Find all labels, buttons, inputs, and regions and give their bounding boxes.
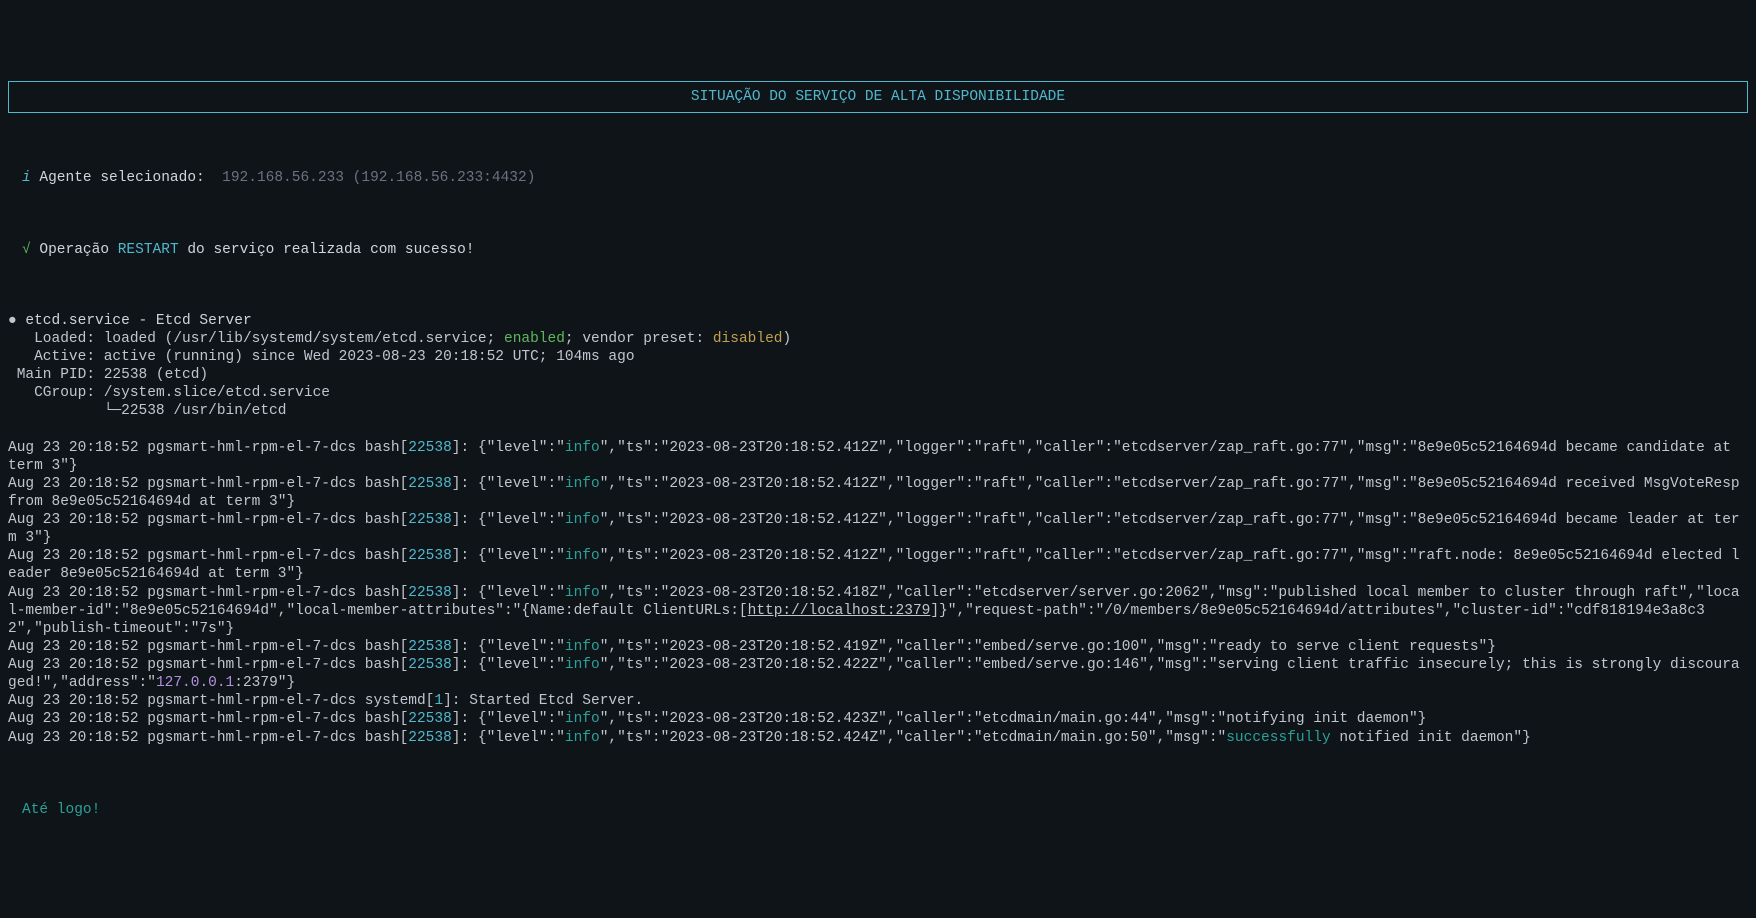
log-plain: Started Etcd Server. bbox=[469, 693, 643, 709]
active-value: active (running) since Wed 2023-08-23 20… bbox=[104, 349, 635, 365]
log-mid: ]: {"level":" bbox=[452, 657, 565, 673]
loaded-label: Loaded: bbox=[8, 331, 104, 347]
log-mid: ]: {"level":" bbox=[452, 730, 565, 746]
enabled-text: enabled bbox=[504, 331, 565, 347]
log-level: info bbox=[565, 440, 600, 456]
active-label: Active: bbox=[8, 349, 104, 365]
agent-line: i Agente selecionado: 192.168.56.233 (19… bbox=[22, 167, 1748, 189]
log-rest-b: notified init daemon"} bbox=[1331, 730, 1531, 746]
service-name: etcd.service - Etcd Server bbox=[25, 313, 251, 329]
title-banner: SITUAÇÃO DO SERVIÇO DE ALTA DISPONIBILID… bbox=[8, 81, 1748, 113]
agent-label: Agente selecionado: bbox=[39, 170, 204, 186]
pid-label: Main PID: bbox=[8, 367, 104, 383]
log-level: info bbox=[565, 657, 600, 673]
log-level: info bbox=[565, 711, 600, 727]
log-level: info bbox=[565, 512, 600, 528]
pid-value: 22538 (etcd) bbox=[104, 367, 208, 383]
log-prefix: Aug 23 20:18:52 pgsmart-hml-rpm-el-7-dcs… bbox=[8, 512, 408, 528]
log-level: info bbox=[565, 585, 600, 601]
log-prefix: Aug 23 20:18:52 pgsmart-hml-rpm-el-7-dcs… bbox=[8, 639, 408, 655]
farewell-text: Até logo! bbox=[22, 802, 100, 818]
log-addr: 127.0.0.1 bbox=[156, 675, 234, 691]
log-mid: ]: {"level":" bbox=[452, 548, 565, 564]
log-rest-b: :2379"} bbox=[234, 675, 295, 691]
title-text: SITUAÇÃO DO SERVIÇO DE ALTA DISPONIBILID… bbox=[691, 89, 1065, 105]
disabled-text: disabled bbox=[713, 331, 783, 347]
log-mid: ]: {"level":" bbox=[452, 476, 565, 492]
loaded-value: loaded (/usr/lib/systemd/system/etcd.ser… bbox=[104, 331, 504, 347]
log-mid: ]: {"level":" bbox=[452, 585, 565, 601]
op-prefix: Operação bbox=[39, 242, 117, 258]
cgroup-label: CGroup: bbox=[8, 385, 104, 401]
log-pid: 22538 bbox=[408, 585, 452, 601]
agent-value: 192.168.56.233 (192.168.56.233:4432) bbox=[222, 170, 535, 186]
log-prefix: Aug 23 20:18:52 pgsmart-hml-rpm-el-7-dcs… bbox=[8, 711, 408, 727]
log-level: info bbox=[565, 476, 600, 492]
loaded-mid: ; vendor preset: bbox=[565, 331, 713, 347]
cgroup-value: /system.slice/etcd.service bbox=[104, 385, 330, 401]
operation-line: √ Operação RESTART do serviço realizada … bbox=[22, 239, 1748, 261]
log-pid: 1 bbox=[434, 693, 443, 709]
log-rest-a: ","ts":"2023-08-23T20:18:52.424Z","calle… bbox=[600, 730, 1227, 746]
info-icon: i bbox=[22, 170, 31, 186]
log-prefix: Aug 23 20:18:52 pgsmart-hml-rpm-el-7-dcs… bbox=[8, 476, 408, 492]
farewell-line: Até logo! bbox=[22, 801, 1748, 819]
log-block: Aug 23 20:18:52 pgsmart-hml-rpm-el-7-dcs… bbox=[8, 439, 1748, 747]
log-level: info bbox=[565, 730, 600, 746]
log-rest: ","ts":"2023-08-23T20:18:52.423Z","calle… bbox=[600, 711, 1427, 727]
log-prefix: Aug 23 20:18:52 pgsmart-hml-rpm-el-7-dcs… bbox=[8, 440, 408, 456]
log-mid: ]: {"level":" bbox=[452, 440, 565, 456]
log-prefix: Aug 23 20:18:52 pgsmart-hml-rpm-el-7-dcs… bbox=[8, 730, 408, 746]
log-mid: ]: {"level":" bbox=[452, 512, 565, 528]
log-pid: 22538 bbox=[408, 476, 452, 492]
op-name: RESTART bbox=[118, 242, 179, 258]
service-status-block: ● etcd.service - Etcd Server Loaded: loa… bbox=[8, 312, 1748, 421]
log-url: http://localhost:2379 bbox=[748, 603, 931, 619]
log-prefix: Aug 23 20:18:52 pgsmart-hml-rpm-el-7-dcs… bbox=[8, 585, 408, 601]
loaded-end: ) bbox=[782, 331, 791, 347]
check-icon: √ bbox=[22, 242, 31, 258]
log-pid: 22538 bbox=[408, 440, 452, 456]
log-level: info bbox=[565, 548, 600, 564]
log-mid: ]: {"level":" bbox=[452, 711, 565, 727]
log-prefix: Aug 23 20:18:52 pgsmart-hml-rpm-el-7-dcs… bbox=[8, 693, 434, 709]
op-suffix: do serviço realizada com sucesso! bbox=[179, 242, 475, 258]
log-mid: ]: bbox=[443, 693, 469, 709]
log-mid: ]: {"level":" bbox=[452, 639, 565, 655]
cgroup-tree: └─22538 /usr/bin/etcd bbox=[8, 403, 286, 419]
log-pid: 22538 bbox=[408, 657, 452, 673]
log-pid: 22538 bbox=[408, 548, 452, 564]
bullet-icon: ● bbox=[8, 313, 17, 329]
log-prefix: Aug 23 20:18:52 pgsmart-hml-rpm-el-7-dcs… bbox=[8, 657, 408, 673]
log-pid: 22538 bbox=[408, 512, 452, 528]
log-pid: 22538 bbox=[408, 730, 452, 746]
log-pid: 22538 bbox=[408, 711, 452, 727]
log-rest: ","ts":"2023-08-23T20:18:52.419Z","calle… bbox=[600, 639, 1496, 655]
log-level: info bbox=[565, 639, 600, 655]
log-prefix: Aug 23 20:18:52 pgsmart-hml-rpm-el-7-dcs… bbox=[8, 548, 408, 564]
log-success: successfully bbox=[1226, 730, 1330, 746]
log-pid: 22538 bbox=[408, 639, 452, 655]
